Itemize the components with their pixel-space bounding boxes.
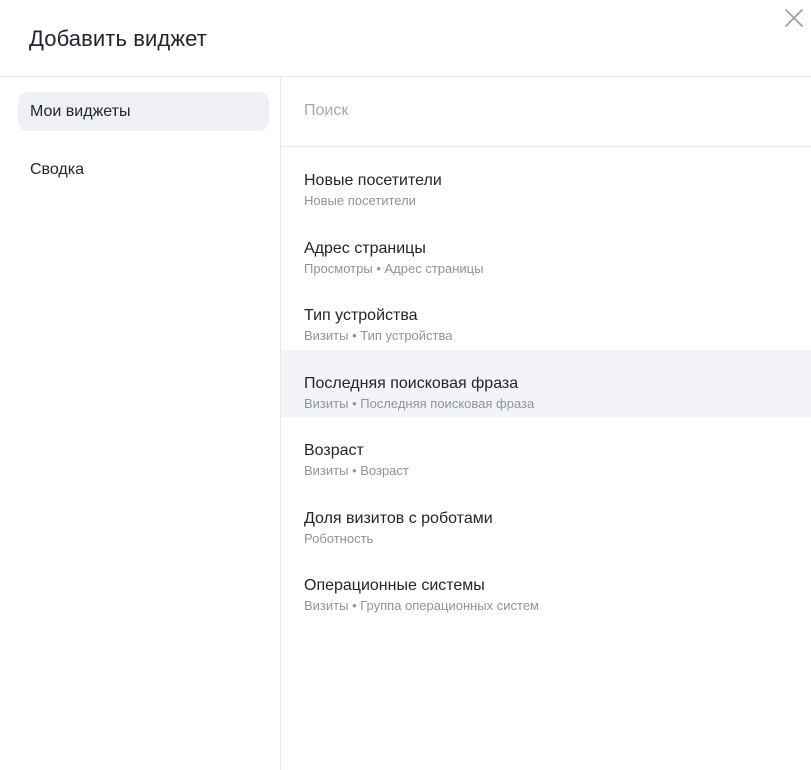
widget-item-age[interactable]: Возраст Визиты • Возраст — [281, 417, 811, 485]
widget-item-subtitle: Визиты • Возраст — [304, 463, 409, 478]
widget-item-page-address[interactable]: Адрес страницы Просмотры • Адрес страниц… — [281, 215, 811, 283]
widget-item-title: Новые посетители — [304, 172, 442, 189]
dialog-title: Добавить виджет — [29, 26, 207, 51]
sidebar: Мои виджеты Сводка — [0, 77, 281, 770]
widget-item-subtitle: Визиты • Группа операционных систем — [304, 598, 539, 613]
widget-item-operating-systems[interactable]: Операционные системы Визиты • Группа опе… — [281, 552, 811, 620]
sidebar-item-label: Мои виджеты — [30, 103, 131, 120]
widget-item-device-type[interactable]: Тип устройства Визиты • Тип устройства — [281, 282, 811, 350]
close-button[interactable] — [782, 6, 806, 30]
widget-list: Новые посетители Новые посетители Адрес … — [281, 147, 811, 620]
widget-item-subtitle: Роботность — [304, 530, 374, 546]
widget-item-robot-share[interactable]: Доля визитов с роботами Роботность — [281, 485, 811, 553]
search-bar — [281, 77, 811, 147]
widget-item-title: Тип устройства — [304, 307, 418, 324]
widget-item-subtitle: Визиты • Последняя поисковая фраза — [304, 395, 535, 411]
widget-item-title: Адрес страницы — [304, 239, 426, 257]
sidebar-item-summary[interactable]: Сводка — [18, 150, 269, 189]
widget-item-title: Возраст — [304, 442, 364, 459]
sidebar-item-label: Сводка — [30, 161, 85, 178]
widget-item-subtitle: Визиты • Тип устройства — [304, 328, 453, 343]
sidebar-item-my-widgets[interactable]: Мои виджеты — [18, 92, 269, 131]
widget-item-new-visitors[interactable]: Новые посетители Новые посетители — [281, 147, 811, 215]
search-input[interactable] — [304, 99, 784, 123]
close-icon — [785, 9, 803, 27]
widget-item-title: Операционные системы — [304, 577, 485, 594]
widget-catalog: Новые посетители Новые посетители Адрес … — [281, 77, 811, 770]
widget-item-title: Последняя поисковая фраза — [304, 374, 519, 392]
dialog-header: Добавить виджет — [0, 0, 811, 77]
widget-item-title: Доля визитов с роботами — [304, 509, 493, 527]
widget-item-subtitle: Просмотры • Адрес страницы — [304, 260, 484, 276]
add-widget-dialog: Добавить виджет Мои виджеты Сводка Новые… — [0, 0, 811, 770]
widget-item-subtitle: Новые посетители — [304, 193, 416, 208]
widget-item-last-search-phrase[interactable]: Последняя поисковая фраза Визиты • После… — [281, 349, 811, 417]
